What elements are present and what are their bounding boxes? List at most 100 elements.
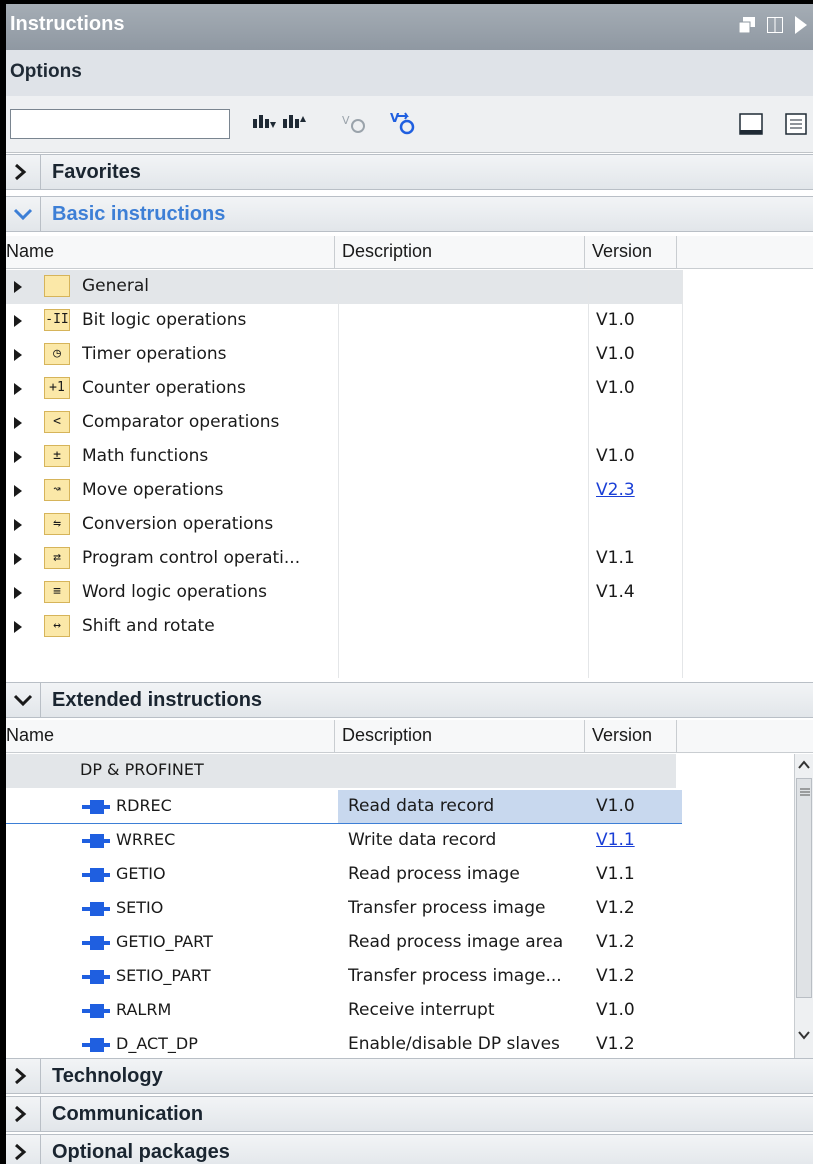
extended-row-description: Receive interrupt bbox=[348, 1000, 495, 1020]
col-version[interactable]: Version bbox=[592, 725, 652, 746]
version-disabled-icon: V bbox=[342, 114, 365, 133]
scroll-up-icon[interactable] bbox=[797, 758, 811, 772]
expand-triangle-icon[interactable] bbox=[14, 315, 22, 327]
expand-triangle-icon[interactable] bbox=[14, 349, 22, 361]
group-row[interactable]: DP & PROFINET bbox=[6, 754, 676, 788]
search-up-icon[interactable] bbox=[282, 110, 306, 136]
extended-row[interactable]: RALRM Receive interrupt V1.0 bbox=[6, 994, 794, 1028]
expand-triangle-icon[interactable] bbox=[14, 553, 22, 565]
extended-row-version: V1.2 bbox=[596, 966, 635, 986]
extended-row[interactable]: WRREC Write data record V1.1 bbox=[6, 824, 794, 858]
basic-row[interactable]: ≡ Word logic operations V1.4 bbox=[6, 576, 813, 610]
toolbar: V V bbox=[6, 96, 813, 153]
col-name[interactable]: Name bbox=[6, 241, 54, 262]
view-list-icon[interactable] bbox=[785, 113, 807, 139]
extended-row-name: RDREC bbox=[116, 796, 172, 815]
extended-row[interactable]: SETIO Transfer process image V1.2 bbox=[6, 892, 794, 926]
scroll-down-icon[interactable] bbox=[797, 1028, 811, 1042]
chevron-right-icon[interactable] bbox=[6, 155, 41, 189]
basic-row[interactable]: ◷ Timer operations V1.0 bbox=[6, 338, 813, 372]
col-name[interactable]: Name bbox=[6, 725, 54, 746]
svg-text:V: V bbox=[342, 114, 350, 127]
col-version[interactable]: Version bbox=[592, 241, 652, 262]
extended-row[interactable]: RDREC Read data record V1.0 bbox=[6, 790, 794, 824]
basic-row[interactable]: < Comparator operations bbox=[6, 406, 813, 440]
basic-row[interactable]: +1 Counter operations V1.0 bbox=[6, 372, 813, 406]
basic-row-version: V1.1 bbox=[596, 548, 635, 568]
extended-row-description: Enable/disable DP slaves bbox=[348, 1034, 560, 1054]
extended-row-name: SETIO bbox=[116, 898, 164, 917]
version-link[interactable]: V1.1 bbox=[596, 830, 635, 850]
section-communication[interactable]: Communication bbox=[6, 1096, 813, 1132]
extended-row[interactable]: SETIO_PART Transfer process image... V1.2 bbox=[6, 960, 794, 994]
expand-triangle-icon[interactable] bbox=[14, 451, 22, 463]
extended-row[interactable]: GETIO_PART Read process image area V1.2 bbox=[6, 926, 794, 960]
version-link[interactable]: V2.3 bbox=[596, 480, 635, 500]
expand-triangle-icon[interactable] bbox=[14, 383, 22, 395]
basic-row[interactable]: ⇋ Conversion operations bbox=[6, 508, 813, 542]
chevron-right-icon[interactable] bbox=[6, 1097, 41, 1131]
extended-row-version: V1.0 bbox=[596, 796, 635, 816]
expand-triangle-icon[interactable] bbox=[14, 621, 22, 633]
extended-row-version: V1.2 bbox=[596, 1034, 635, 1054]
vertical-scrollbar[interactable] bbox=[794, 754, 813, 1058]
function-block-icon bbox=[82, 902, 110, 916]
chevron-down-icon[interactable] bbox=[6, 197, 41, 231]
timer-icon: ◷ bbox=[44, 343, 70, 365]
extended-row[interactable]: D_ACT_DP Enable/disable DP slaves V1.2 bbox=[6, 1028, 794, 1062]
chevron-down-icon[interactable] bbox=[6, 683, 41, 717]
basic-row-name: Timer operations bbox=[82, 344, 227, 364]
column-divider bbox=[338, 270, 339, 678]
section-extended-instructions[interactable]: Extended instructions bbox=[6, 682, 813, 718]
basic-row[interactable]: -II Bit logic operations V1.0 bbox=[6, 304, 813, 338]
col-description[interactable]: Description bbox=[342, 725, 432, 746]
chevron-right-icon[interactable] bbox=[6, 1135, 41, 1164]
search-down-icon[interactable] bbox=[252, 110, 276, 136]
float-window-icon[interactable] bbox=[738, 17, 755, 38]
basic-row[interactable]: ↔ Shift and rotate bbox=[6, 610, 813, 644]
search-input[interactable] bbox=[10, 109, 230, 139]
section-technology[interactable]: Technology bbox=[6, 1058, 813, 1094]
section-favorites-label: Favorites bbox=[52, 161, 141, 183]
basic-row[interactable]: ↝ Move operations V2.3 bbox=[6, 474, 813, 508]
view-single-icon[interactable] bbox=[739, 112, 763, 138]
basic-row-name: Counter operations bbox=[82, 378, 246, 398]
basic-row-name: Conversion operations bbox=[82, 514, 274, 534]
section-basic-instructions[interactable]: Basic instructions bbox=[6, 196, 813, 232]
extended-row[interactable]: GETIO Read process image V1.1 bbox=[6, 858, 794, 892]
basic-row[interactable]: General bbox=[6, 270, 682, 304]
move-icon: ↝ bbox=[44, 479, 70, 501]
expand-triangle-icon[interactable] bbox=[14, 281, 22, 293]
layout-icon[interactable] bbox=[767, 17, 783, 38]
extended-row-version: V1.0 bbox=[596, 1000, 635, 1020]
extended-row-version: V1.2 bbox=[596, 898, 635, 918]
column-divider bbox=[588, 270, 589, 678]
math-icon: ± bbox=[44, 445, 70, 467]
section-optional-label: Optional packages bbox=[52, 1141, 230, 1163]
function-block-icon bbox=[82, 970, 110, 984]
word-logic-icon: ≡ bbox=[44, 581, 70, 603]
collapse-arrow-icon[interactable] bbox=[795, 16, 807, 39]
expand-triangle-icon[interactable] bbox=[14, 587, 22, 599]
basic-row[interactable]: ⇄ Program control operati... V1.1 bbox=[6, 542, 813, 576]
basic-row-version: V1.0 bbox=[596, 344, 635, 364]
extended-row-description: Read process image bbox=[348, 864, 520, 884]
section-communication-label: Communication bbox=[52, 1103, 204, 1125]
group-label: DP & PROFINET bbox=[80, 760, 204, 779]
section-optional-packages[interactable]: Optional packages bbox=[6, 1134, 813, 1164]
basic-row-version: V1.0 bbox=[596, 378, 635, 398]
conversion-icon: ⇋ bbox=[44, 513, 70, 535]
update-version-icon[interactable]: V bbox=[389, 110, 417, 136]
expand-triangle-icon[interactable] bbox=[14, 485, 22, 497]
chevron-right-icon[interactable] bbox=[6, 1059, 41, 1093]
basic-row[interactable]: ± Math functions V1.0 bbox=[6, 440, 813, 474]
extended-row-name: D_ACT_DP bbox=[116, 1034, 198, 1053]
col-description[interactable]: Description bbox=[342, 241, 432, 262]
comparator-icon: < bbox=[44, 411, 70, 433]
extended-row-version: V1.1 bbox=[596, 864, 635, 884]
expand-triangle-icon[interactable] bbox=[14, 417, 22, 429]
expand-triangle-icon[interactable] bbox=[14, 519, 22, 531]
section-favorites[interactable]: Favorites bbox=[6, 154, 813, 190]
scroll-thumb[interactable] bbox=[796, 778, 812, 998]
basic-row-name: Program control operati... bbox=[82, 548, 301, 568]
